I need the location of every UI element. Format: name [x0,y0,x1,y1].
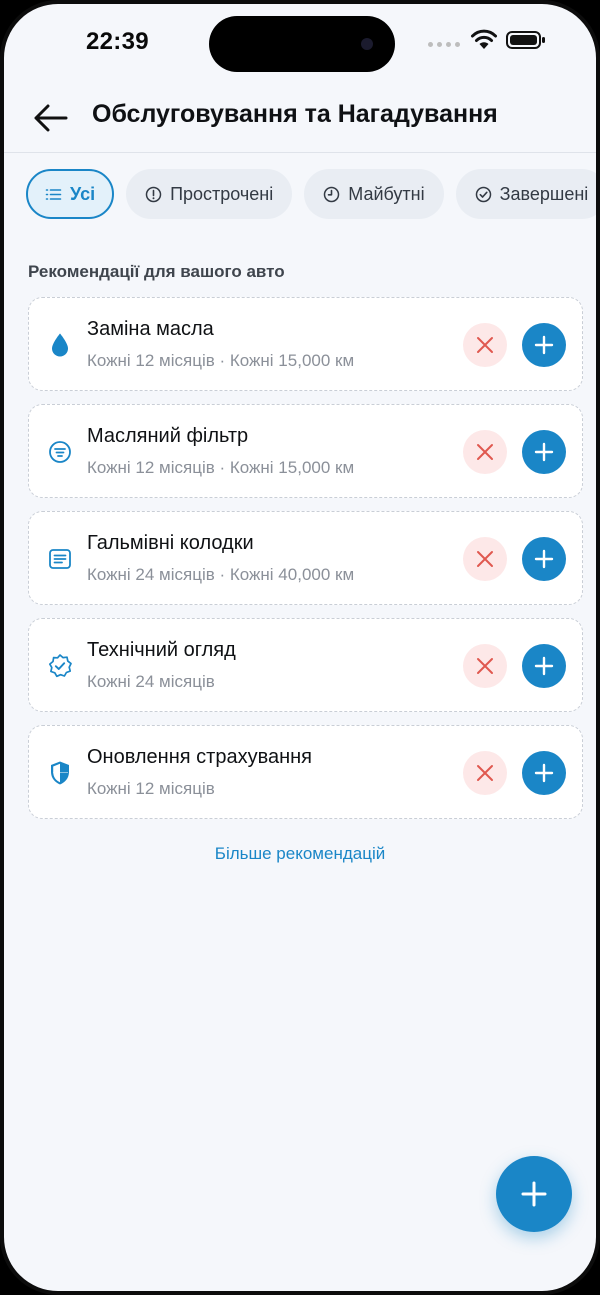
filter-chip-label: Завершені [499,183,589,204]
header: Обслуговування та Нагадування [4,84,596,154]
oil-drop-icon [47,332,73,358]
section-title: Рекомендації для вашого авто [28,262,285,281]
dismiss-button[interactable] [463,751,507,795]
phone-screen: 22:39 Обслуговування та Нагадування Усі … [0,0,600,1295]
add-reminder-button[interactable] [522,430,566,474]
recommendation-title: Оновлення страхування [87,746,313,768]
plus-icon [534,549,554,569]
filter-chip-completed[interactable]: Завершені [455,169,596,219]
dynamic-island [209,16,395,72]
plus-icon [534,335,554,355]
recommendation-card: Заміна масла Кожні 12 місяців · Кожні 15… [28,297,583,391]
dismiss-button[interactable] [463,644,507,688]
recommendation-card: Оновлення страхування Кожні 12 місяців [28,725,583,819]
plus-icon [521,1181,547,1207]
arrow-left-icon [34,104,68,132]
wifi-icon [471,29,497,49]
filter-chip-overdue[interactable]: Прострочені [126,169,293,219]
recommendation-interval: Кожні 24 місяців [87,672,215,691]
close-icon [477,337,493,353]
recommendation-list: Заміна масла Кожні 12 місяців · Кожні 15… [28,297,583,832]
filter-chip-all[interactable]: Усі [26,169,115,219]
filter-chips: Усі Прострочені Майбутні Завершені [26,169,596,219]
more-recommendations-link[interactable]: Більше рекомендацій [4,844,596,864]
add-reminder-fab[interactable] [496,1156,572,1232]
filter-chip-label: Прострочені [170,183,274,204]
recommendation-card: Масляний фільтр Кожні 12 місяців · Кожні… [28,404,583,498]
recommendation-title: Гальмівні колодки [87,532,254,554]
brake-pad-icon [47,546,73,572]
recommendation-card: Технічний огляд Кожні 24 місяців [28,618,583,712]
add-reminder-button[interactable] [522,751,566,795]
cellular-signal-icon [428,42,460,47]
close-icon [477,551,493,567]
add-reminder-button[interactable] [522,644,566,688]
recommendation-interval: Кожні 12 місяців [87,779,215,798]
status-bar: 22:39 [4,4,596,79]
recommendation-title: Технічний огляд [87,639,236,661]
alert-circle-icon [145,186,162,202]
dismiss-button[interactable] [463,430,507,474]
recommendation-title: Заміна масла [87,318,214,340]
check-circle-icon [475,186,491,202]
recommendation-interval: Кожні 24 місяців · Кожні 40,000 км [87,565,355,584]
battery-icon [506,31,545,49]
plus-icon [534,442,554,462]
clock-icon [324,186,340,202]
back-button[interactable] [28,96,72,140]
close-icon [477,444,493,460]
add-reminder-button[interactable] [522,323,566,367]
shield-icon [47,760,73,786]
add-reminder-button[interactable] [522,537,566,581]
plus-icon [534,763,554,783]
filter-chip-upcoming[interactable]: Майбутні [304,169,444,219]
header-divider [4,152,596,153]
filter-icon [47,439,73,465]
close-icon [477,765,493,781]
filter-chip-label: Майбутні [348,183,425,204]
dismiss-button[interactable] [463,323,507,367]
verified-badge-icon [47,653,73,679]
dismiss-button[interactable] [463,537,507,581]
filter-chip-label: Усі [70,183,96,204]
list-icon [45,188,62,200]
recommendation-interval: Кожні 12 місяців · Кожні 15,000 км [87,458,355,477]
recommendation-title: Масляний фільтр [87,425,249,447]
status-time: 22:39 [86,28,149,55]
recommendation-card: Гальмівні колодки Кожні 24 місяців · Кож… [28,511,583,605]
close-icon [477,658,493,674]
plus-icon [534,656,554,676]
recommendation-interval: Кожні 12 місяців · Кожні 15,000 км [87,351,355,370]
page-title: Обслуговування та Нагадування [92,100,498,128]
